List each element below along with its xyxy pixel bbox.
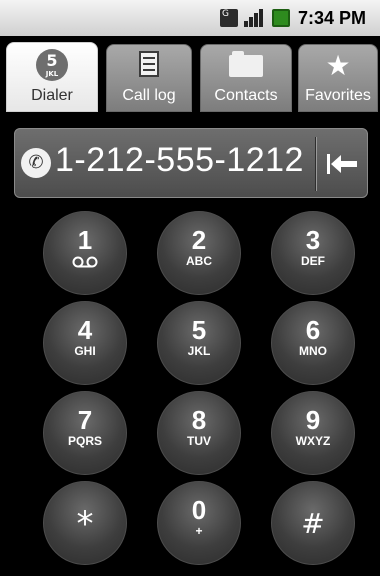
key-1[interactable]: 1 bbox=[43, 211, 127, 295]
tab-label: Favorites bbox=[305, 87, 371, 104]
key-5[interactable]: 5 JKL bbox=[157, 301, 241, 385]
contacts-icon bbox=[229, 51, 263, 77]
key-letters: JKL bbox=[187, 344, 211, 358]
key-2[interactable]: 2 ABC bbox=[157, 211, 241, 295]
key-letters: TUV bbox=[187, 434, 211, 448]
dialed-number[interactable]: 1-212-555-1212 bbox=[55, 141, 304, 180]
key-3[interactable]: 3 DEF bbox=[271, 211, 355, 295]
key-letters: ABC bbox=[186, 254, 212, 268]
key-9[interactable]: 9 WXYZ bbox=[271, 391, 355, 475]
dialer-icon-number: 5 bbox=[46, 51, 58, 70]
handset-icon: ✆ bbox=[21, 148, 51, 178]
dialer-icon-letters: JKL bbox=[45, 70, 59, 78]
status-bar: G 7:34 PM bbox=[0, 0, 380, 37]
key-letters: MNO bbox=[299, 344, 327, 358]
key-letters: WXYZ bbox=[295, 434, 331, 448]
tab-call-log[interactable]: Call log bbox=[106, 44, 192, 112]
key-digit: 6 bbox=[305, 315, 321, 345]
tab-dialer[interactable]: 5 JKL Dialer bbox=[6, 42, 98, 112]
key-7[interactable]: 7 PQRS bbox=[43, 391, 127, 475]
tab-label: Dialer bbox=[31, 87, 73, 104]
key-digit: 5 bbox=[191, 315, 207, 345]
key-letters: PQRS bbox=[67, 434, 102, 448]
divider bbox=[315, 137, 317, 191]
key-star[interactable]: * bbox=[43, 481, 127, 565]
key-digit: 9 bbox=[305, 405, 321, 435]
key-digit: 7 bbox=[77, 405, 93, 435]
key-letters: DEF bbox=[301, 254, 325, 268]
key-digit: 1 bbox=[77, 225, 93, 255]
dialer-5-jkl-icon: 5 JKL bbox=[36, 49, 68, 81]
key-digit: 0 bbox=[191, 495, 207, 525]
call-log-icon bbox=[139, 51, 159, 77]
backspace-arrow-icon bbox=[327, 154, 357, 174]
backspace-button[interactable] bbox=[319, 137, 367, 191]
key-0[interactable]: 0 + bbox=[157, 481, 241, 565]
tab-favorites[interactable]: ★ Favorites bbox=[298, 44, 378, 112]
key-digit: * bbox=[76, 504, 94, 544]
star-icon: ★ bbox=[325, 49, 351, 82]
battery-icon bbox=[272, 9, 290, 27]
key-4[interactable]: 4 GHI bbox=[43, 301, 127, 385]
key-digit: 3 bbox=[305, 225, 321, 255]
key-letters: GHI bbox=[74, 344, 96, 358]
key-digit: 8 bbox=[191, 405, 207, 435]
clock: 7:34 PM bbox=[298, 8, 367, 28]
signal-strength-icon bbox=[244, 9, 264, 27]
key-digit: 2 bbox=[191, 225, 207, 255]
key-digit: # bbox=[301, 507, 325, 540]
tab-contacts[interactable]: Contacts bbox=[200, 44, 292, 112]
key-6[interactable]: 6 MNO bbox=[271, 301, 355, 385]
key-8[interactable]: 8 TUV bbox=[157, 391, 241, 475]
key-pound[interactable]: # bbox=[271, 481, 355, 565]
data-indicator-label: G bbox=[222, 9, 229, 19]
data-network-icon: G bbox=[220, 9, 238, 27]
tab-bar: 5 JKL Dialer Call log Contacts ★ Favorit… bbox=[0, 36, 380, 114]
voicemail-icon bbox=[72, 256, 98, 268]
number-display[interactable]: ✆ 1-212-555-1212 bbox=[14, 128, 368, 198]
key-letters: + bbox=[195, 524, 203, 538]
key-digit: 4 bbox=[77, 315, 93, 345]
tab-label: Contacts bbox=[214, 87, 278, 104]
tab-label: Call log bbox=[122, 87, 176, 104]
